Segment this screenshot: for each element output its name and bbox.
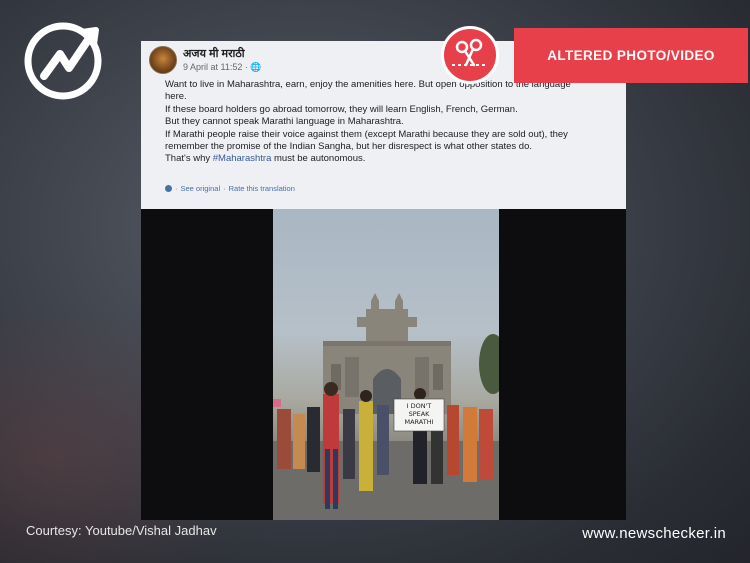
altered-badge-label: ALTERED PHOTO/VIDEO xyxy=(514,28,748,83)
avatar[interactable] xyxy=(149,46,177,74)
post-line: If these board holders go abroad tomorro… xyxy=(165,103,518,115)
post-author[interactable]: अजय मी मराठी xyxy=(183,48,262,61)
post-line: remember the promise of the Indian Sangh… xyxy=(165,141,533,153)
placard-line-3: MARATHI xyxy=(404,418,433,426)
scissors-icon xyxy=(452,38,488,67)
last-line-prefix: That's why xyxy=(165,153,213,165)
separator: · xyxy=(223,184,226,193)
translate-icon xyxy=(165,185,172,192)
post-date: 9 April at 11:52 · 🌐 xyxy=(183,61,262,73)
separator: · xyxy=(175,184,178,193)
video-frame: I DON'T SPEAK MARATHI xyxy=(273,209,499,520)
post-line: But they cannot speak Marathi language i… xyxy=(165,116,404,128)
see-original-link[interactable]: See original xyxy=(181,184,221,193)
post-text: Want to live in Maharashtra, earn, enjoy… xyxy=(165,79,620,166)
last-line-suffix: must be autonomous. xyxy=(271,153,366,165)
rate-translation-link[interactable]: Rate this translation xyxy=(229,184,295,193)
globe-icon: 🌐 xyxy=(250,61,262,72)
post-line: If Marathi people raise their voice agai… xyxy=(165,128,568,140)
altered-badge-icon xyxy=(441,26,499,84)
placard-line-1: I DON'T xyxy=(407,402,432,410)
site-url: www.newschecker.in xyxy=(582,525,726,542)
post-header: अजय मी मराठी 9 April at 11:52 · 🌐 xyxy=(149,46,262,74)
post-line-last: That's why #Maharashtra must be autonomo… xyxy=(165,153,620,165)
post-timestamp[interactable]: 9 April at 11:52 · xyxy=(183,62,250,72)
hashtag-link[interactable]: #Maharashtra xyxy=(213,153,272,164)
newschecker-logo xyxy=(24,22,102,100)
placard-line-2: SPEAK xyxy=(409,410,431,418)
post-line: here. xyxy=(165,91,187,103)
courtesy-credit: Courtesy: Youtube/Vishal Jadhav xyxy=(26,523,217,538)
translation-bar: · See original · Rate this translation xyxy=(165,184,295,193)
video-player[interactable]: I DON'T SPEAK MARATHI xyxy=(141,209,626,520)
gateway-scene: I DON'T SPEAK MARATHI xyxy=(273,293,499,520)
